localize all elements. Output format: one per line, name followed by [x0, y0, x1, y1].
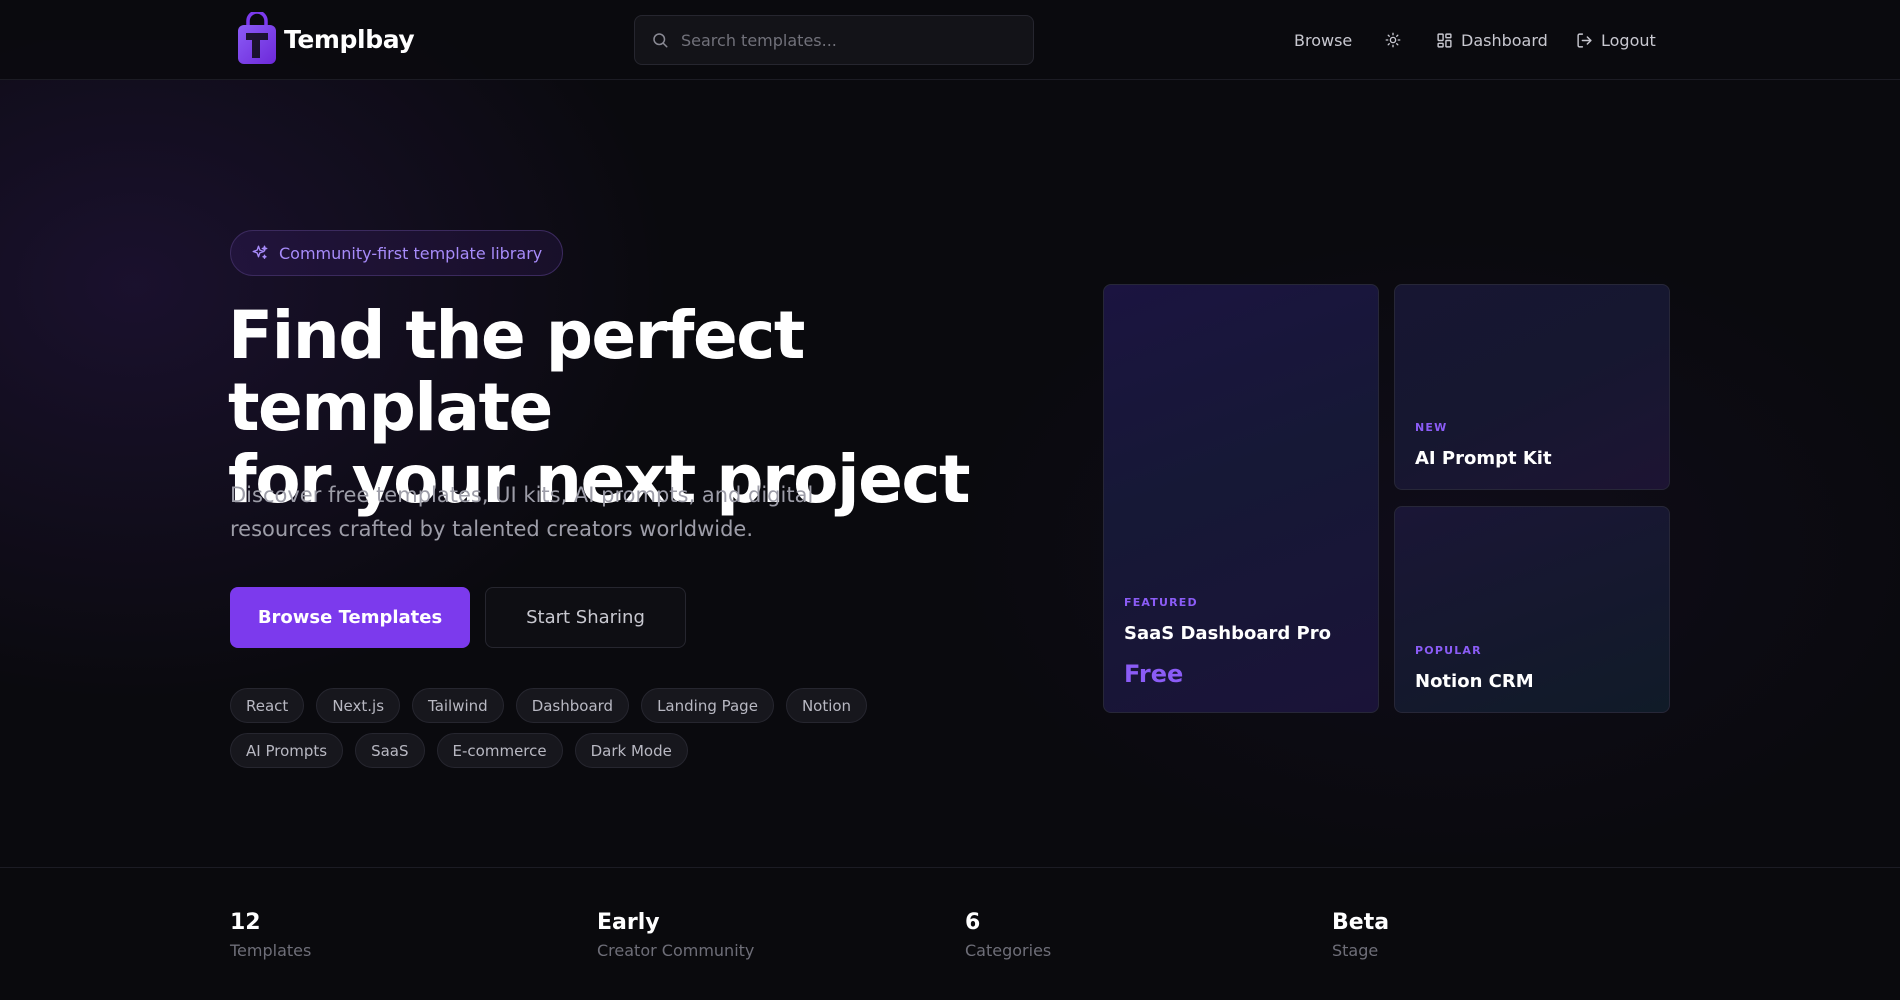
tag-chip[interactable]: Tailwind	[412, 688, 504, 723]
card-tag-label: FEATURED	[1124, 596, 1198, 609]
search-input[interactable]	[681, 30, 1017, 50]
card-price: Free	[1124, 660, 1184, 688]
hero-subtitle: Discover free templates, UI kits, AI pro…	[230, 483, 814, 541]
nav-dashboard-label: Dashboard	[1461, 30, 1548, 50]
new-template-card[interactable]: NEW AI Prompt Kit	[1394, 284, 1670, 490]
brand-name: Templbay	[284, 24, 415, 54]
nav-logout-label: Logout	[1601, 30, 1656, 50]
search-bar[interactable]	[634, 15, 1034, 65]
card-body: NEW AI Prompt Kit	[1415, 421, 1649, 469]
start-sharing-button[interactable]: Start Sharing	[485, 587, 686, 648]
stat-value: Early	[597, 910, 660, 935]
card-body: POPULAR Notion CRM	[1415, 644, 1649, 692]
card-title: SaaS Dashboard Pro	[1124, 623, 1331, 644]
stat-categories: 6 Categories	[965, 910, 1051, 960]
nav-logout-link[interactable]: Logout	[1576, 0, 1656, 80]
card-body: FEATURED SaaS Dashboard Pro Free	[1124, 596, 1358, 688]
tag-chip[interactable]: AI Prompts	[230, 733, 344, 768]
tag-chip[interactable]: SaaS	[355, 733, 425, 768]
card-tag-label: POPULAR	[1415, 644, 1482, 657]
stats-bar: 12 Templates Early Creator Community 6 C…	[0, 867, 1900, 1000]
tag-chip[interactable]: Notion	[785, 688, 868, 723]
sun-icon	[1385, 32, 1401, 48]
nav-browse-label: Browse	[1294, 30, 1353, 50]
community-badge: Community-first template library	[230, 230, 564, 276]
brand-logo[interactable]: Templbay	[236, 12, 415, 66]
tag-chip[interactable]: Dark Mode	[574, 733, 688, 768]
hero-heading-line-1: Find the perfect template	[228, 297, 805, 446]
stat-label: Stage	[1332, 941, 1379, 960]
tag-chip[interactable]: Next.js	[316, 688, 401, 723]
stat-value: 12	[230, 910, 261, 935]
nav-dashboard-link[interactable]: Dashboard	[1436, 0, 1548, 80]
card-title: AI Prompt Kit	[1415, 448, 1552, 469]
logout-icon	[1577, 32, 1592, 48]
dashboard-grid-icon	[1437, 32, 1452, 48]
top-navbar: Templbay Browse Dashboa	[0, 0, 1900, 80]
page: Templbay Browse Dashboa	[0, 0, 1900, 1000]
popular-template-card[interactable]: POPULAR Notion CRM	[1394, 506, 1670, 713]
stat-label: Creator Community	[597, 941, 755, 960]
tag-chip[interactable]: Landing Page	[641, 688, 774, 723]
badge-label: Community-first template library	[279, 243, 543, 263]
stat-label: Categories	[965, 941, 1052, 960]
nav-browse-link[interactable]: Browse	[1294, 0, 1352, 80]
theme-toggle-button[interactable]	[1384, 0, 1402, 80]
browse-templates-button[interactable]: Browse Templates	[230, 587, 470, 648]
tag-chip[interactable]: E-commerce	[436, 733, 563, 768]
stat-value: Beta	[1332, 910, 1390, 935]
shopping-bag-logo-icon	[238, 12, 276, 64]
sparkles-icon	[252, 245, 268, 259]
search-icon	[653, 33, 668, 48]
tag-list: React Next.js Tailwind Dashboard Landing…	[230, 688, 990, 768]
card-title: Notion CRM	[1415, 671, 1534, 692]
stat-label: Templates	[230, 941, 312, 960]
stat-stage: Beta Stage	[1332, 910, 1389, 960]
stat-templates: 12 Templates	[230, 910, 311, 960]
tag-chip[interactable]: Dashboard	[515, 688, 630, 723]
tag-chip[interactable]: React	[230, 688, 305, 723]
featured-template-card[interactable]: FEATURED SaaS Dashboard Pro Free	[1103, 284, 1379, 713]
card-tag-label: NEW	[1415, 421, 1448, 434]
stat-value: 6	[965, 910, 981, 935]
stat-community: Early Creator Community	[597, 910, 754, 960]
